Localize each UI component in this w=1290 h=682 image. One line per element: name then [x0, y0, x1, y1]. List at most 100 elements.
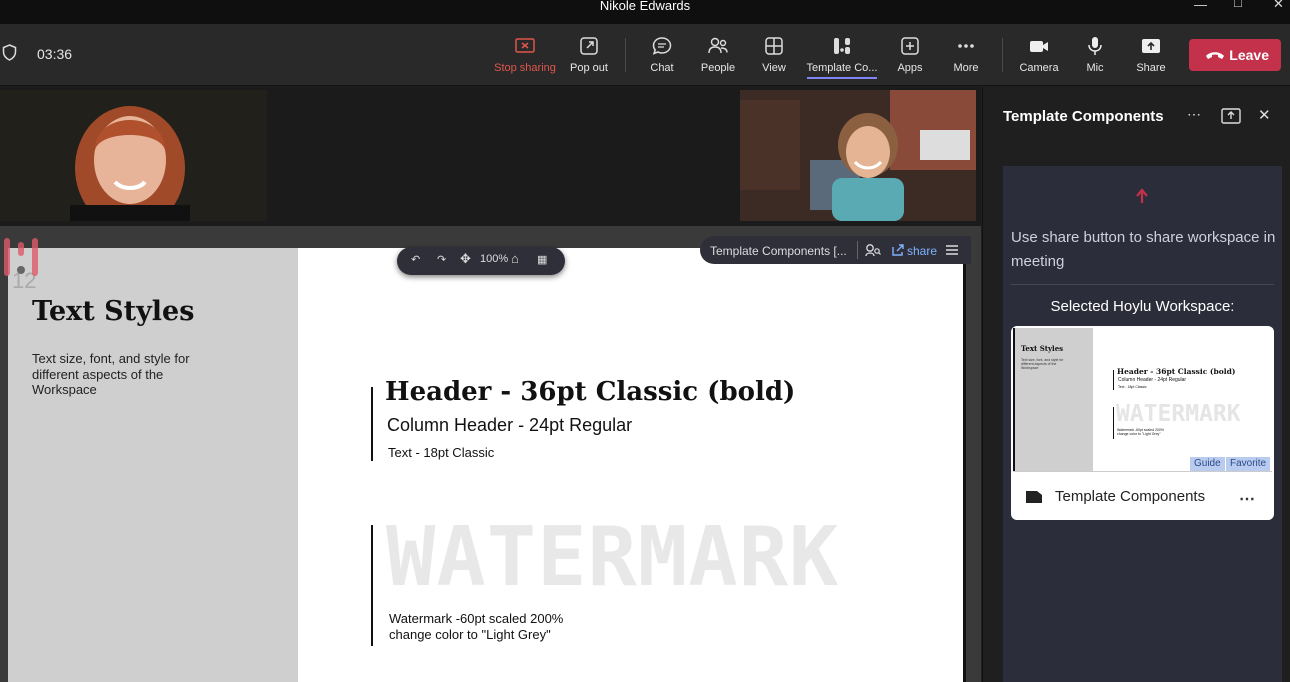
workspace-share-name: Template Components [...: [710, 244, 847, 258]
camera-label: Camera: [1019, 62, 1059, 74]
share-screen-icon: [1142, 39, 1160, 53]
more-button[interactable]: More: [947, 36, 985, 80]
title-bar: Nikole Edwards — □ ✕: [0, 0, 1290, 24]
more-dots-icon: [958, 44, 974, 48]
workspace-thumbnail: Text Styles Text size, font, and style f…: [1013, 328, 1272, 472]
workspace-card[interactable]: Text Styles Text size, font, and style f…: [1011, 326, 1274, 520]
hoylu-logo-icon: [4, 238, 38, 276]
toolbar-divider: [625, 38, 626, 72]
share-bar-divider: [857, 241, 858, 259]
panel-divider: [1011, 284, 1274, 285]
chat-icon: [652, 37, 672, 55]
thumbnail-column-header: Column Header - 24pt Regular: [1118, 377, 1187, 383]
pop-out-panel-icon[interactable]: [1221, 108, 1241, 124]
hoylu-workspace-canvas[interactable]: 12 Text Styles Text size, font, and styl…: [8, 248, 966, 682]
view-button[interactable]: View: [757, 36, 791, 80]
stop-sharing-label: Stop sharing: [494, 62, 556, 74]
thumbnail-text: Text - 18pt Classic: [1118, 385, 1147, 389]
hamburger-menu-icon[interactable]: [945, 244, 959, 256]
camera-icon: [1030, 41, 1048, 52]
meeting-toolbar: 03:36 Stop sharing Pop out Chat People V…: [0, 24, 1290, 86]
share-icon[interactable]: [891, 243, 906, 257]
shield-icon: [2, 44, 17, 61]
microphone-icon: [1088, 37, 1102, 55]
camera-button[interactable]: Camera: [1018, 36, 1060, 80]
watermark-note: Watermark -60pt scaled 200%: [389, 611, 564, 626]
thumbnail-note: Watermark -60pt scaled 200% change color…: [1117, 428, 1164, 437]
apps-label: Apps: [897, 62, 923, 74]
meeting-stage: 12 Text Styles Text size, font, and styl…: [0, 87, 981, 682]
workspace-name: Template Components: [1055, 488, 1206, 505]
apps-button[interactable]: Apps: [894, 36, 926, 80]
share-help-text: Use share button to share workspace in m…: [1011, 229, 1276, 270]
pop-out-button[interactable]: Pop out: [566, 36, 612, 80]
toolbar-divider: [1002, 38, 1003, 72]
share-label: Share: [1136, 62, 1166, 74]
text-styles-sidebar: 12 Text Styles Text size, font, and styl…: [8, 248, 298, 682]
maximize-icon[interactable]: □: [1234, 0, 1242, 9]
close-window-icon[interactable]: ✕: [1273, 0, 1284, 10]
panel-title: Template Components: [1003, 108, 1164, 125]
minimize-icon[interactable]: —: [1194, 0, 1207, 11]
people-label: People: [700, 62, 736, 74]
pan-move-icon[interactable]: ✥: [460, 251, 471, 267]
mic-label: Mic: [1086, 62, 1104, 74]
find-user-icon[interactable]: [865, 243, 881, 257]
mic-button[interactable]: Mic: [1082, 36, 1108, 80]
chat-button[interactable]: Chat: [645, 36, 679, 80]
add-app-icon: [901, 37, 919, 55]
header-sample: Header - 36pt Classic (bold): [385, 377, 796, 407]
participant-video-image: [0, 90, 267, 221]
stop-sharing-button[interactable]: Stop sharing: [494, 36, 556, 80]
panel-more-icon[interactable]: ⋯: [1187, 106, 1202, 123]
redo-icon[interactable]: ↷: [437, 253, 446, 266]
board-description: Text size, font, and style for different…: [32, 351, 190, 397]
tag-guide[interactable]: Guide: [1190, 457, 1225, 471]
header-sample-bar: [371, 387, 373, 461]
thumbnail-bar: [1113, 370, 1114, 390]
grid-overview-icon[interactable]: ▦: [537, 253, 547, 266]
watermark-sample-bar: [371, 525, 373, 646]
thumbnail-description: Text size, font, and style for different…: [1021, 358, 1064, 371]
grid-view-icon: [765, 37, 783, 55]
participant-video-image: [740, 90, 976, 221]
shared-content-area: 12 Text Styles Text size, font, and styl…: [0, 226, 981, 682]
board-title: Text Styles: [32, 296, 195, 327]
watermark-sample: WATERMARK: [386, 510, 840, 605]
view-label: View: [762, 62, 786, 74]
leave-label: Leave: [1229, 47, 1269, 63]
thumbnail-header: Header - 36pt Classic (bold): [1117, 367, 1236, 376]
selected-workspace-label: Selected Hoylu Workspace:: [1050, 298, 1235, 315]
participant-video-tile[interactable]: [0, 90, 267, 221]
template-components-app-label: Template Co...: [806, 62, 878, 79]
window-title: Nikole Edwards: [599, 0, 691, 13]
leave-button[interactable]: Leave: [1189, 39, 1281, 71]
workspace-share-bar: Template Components [... share: [700, 236, 971, 264]
close-panel-icon[interactable]: ✕: [1258, 106, 1271, 124]
hoylu-app-icon: [834, 38, 850, 54]
zoom-level[interactable]: 100%: [480, 253, 508, 265]
hang-up-phone-icon: [1206, 52, 1224, 59]
watermark-note: change color to "Light Grey": [389, 627, 551, 642]
workspace-more-icon[interactable]: ⋯: [1239, 489, 1256, 509]
side-panel: Template Components ⋯ ✕ Use share button…: [982, 87, 1290, 682]
home-icon[interactable]: ⌂: [511, 251, 519, 266]
people-button[interactable]: People: [697, 36, 739, 80]
more-label: More: [953, 62, 979, 74]
tag-favorite[interactable]: Favorite: [1226, 457, 1271, 471]
up-arrow-icon: [1136, 188, 1148, 203]
thumbnail-bar: [1113, 407, 1114, 439]
workspace-file-icon: [1026, 491, 1042, 503]
hoylu-logo: [2, 238, 40, 283]
thumbnail-title: Text Styles: [1021, 344, 1064, 353]
share-button[interactable]: Share: [1134, 36, 1168, 80]
stop-sharing-icon: [515, 38, 535, 53]
undo-icon[interactable]: ↶: [411, 253, 420, 266]
participant-video-tile[interactable]: [740, 90, 976, 221]
share-link-label[interactable]: share: [907, 244, 937, 258]
pop-out-label: Pop out: [570, 62, 608, 74]
template-components-app-button[interactable]: Template Co...: [805, 36, 879, 80]
canvas-edge: [963, 248, 966, 682]
pop-out-icon: [580, 37, 598, 55]
meeting-timer: 03:36: [37, 46, 73, 62]
